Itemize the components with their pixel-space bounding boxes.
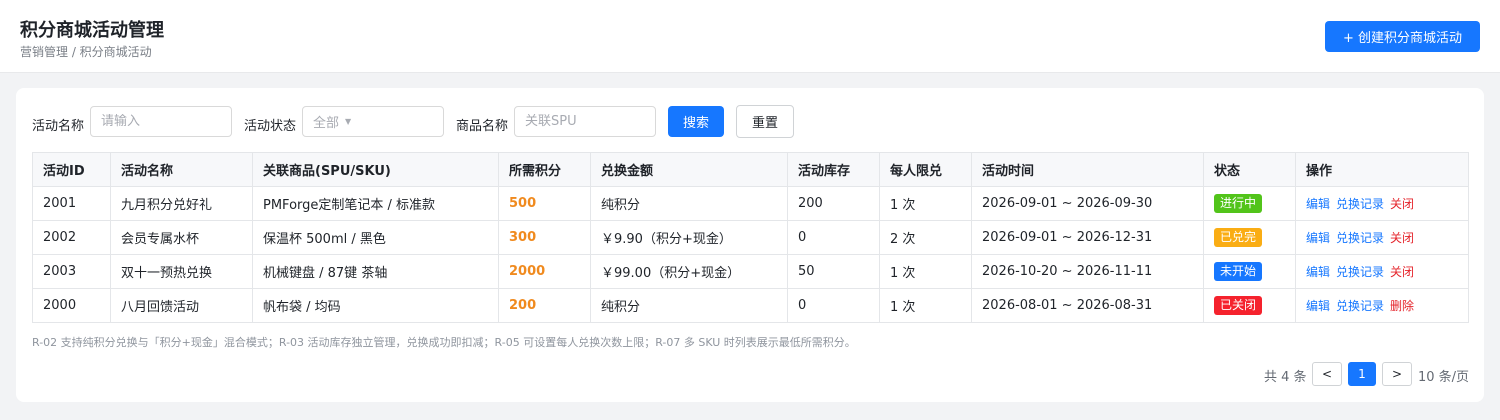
cell-limit: 1 次 [879, 288, 972, 323]
edit-link[interactable]: 编辑 [1306, 197, 1330, 211]
status-badge: 未开始 [1214, 262, 1263, 281]
product-name-input[interactable] [525, 114, 645, 129]
filter-name-field[interactable] [90, 106, 232, 137]
cell-limit: 1 次 [879, 186, 972, 221]
edit-link[interactable]: 编辑 [1306, 299, 1330, 313]
status-badge: 已兑完 [1214, 228, 1263, 247]
cell-product: 保温杯 500ml / 黑色 [252, 220, 499, 255]
cell-points: 2000 [498, 254, 591, 289]
column-header: 所需积分 [498, 152, 591, 187]
cell-product: 机械键盘 / 87键 茶轴 [252, 254, 499, 289]
cell-stock: 50 [787, 254, 880, 289]
status-select[interactable]: 全部 ▼ [302, 106, 444, 137]
pagination-total: 共 4 条 [1264, 370, 1307, 385]
filter-product-field[interactable] [514, 106, 656, 137]
create-activity-button[interactable]: + 创建积分商城活动 [1325, 21, 1480, 52]
column-header: 活动时间 [971, 152, 1204, 187]
cell-points: 200 [498, 288, 591, 323]
cell-time: 2026-08-01 ~ 2026-08-31 [971, 288, 1204, 323]
cell-stock: 0 [787, 220, 880, 255]
cell-limit: 1 次 [879, 254, 972, 289]
records-link[interactable]: 兑换记录 [1336, 231, 1384, 245]
edit-link[interactable]: 编辑 [1306, 231, 1330, 245]
cell-operations: 编辑 兑换记录 删除 [1295, 288, 1469, 323]
next-page-button[interactable]: > [1382, 362, 1412, 386]
cell-name: 双十一预热兑换 [110, 254, 253, 289]
cell-amount: 纯积分 [590, 288, 788, 323]
cell-amount: 纯积分 [590, 186, 788, 221]
cell-status: 未开始 [1203, 254, 1296, 289]
table-header-row: 活动ID 活动名称 关联商品(SPU/SKU) 所需积分 兑换金额 活动库存 每… [32, 152, 1469, 187]
cell-limit: 2 次 [879, 220, 972, 255]
page-1-button[interactable]: 1 [1348, 362, 1376, 386]
cell-product: PMForge定制笔记本 / 标准款 [252, 186, 499, 221]
table-row: 2001 九月积分兑好礼 PMForge定制笔记本 / 标准款 500 纯积分 … [32, 186, 1469, 221]
cell-operations: 编辑 兑换记录 关闭 [1295, 220, 1469, 255]
column-header: 兑换金额 [590, 152, 788, 187]
records-link[interactable]: 兑换记录 [1336, 299, 1384, 313]
cell-time: 2026-10-20 ~ 2026-11-11 [971, 254, 1204, 289]
close-link[interactable]: 关闭 [1390, 231, 1414, 245]
column-header: 活动名称 [110, 152, 253, 187]
cell-name: 九月积分兑好礼 [110, 186, 253, 221]
cell-status: 已兑完 [1203, 220, 1296, 255]
status-badge: 进行中 [1214, 194, 1263, 213]
cell-stock: 0 [787, 288, 880, 323]
status-badge: 已关闭 [1214, 296, 1263, 315]
content-card: 活动名称 活动状态 全部 ▼ 商品名称 搜索 重置 活动ID 活动名称 关联商品… [16, 88, 1484, 402]
column-header: 每人限兑 [879, 152, 972, 187]
table-row: 2003 双十一预热兑换 机械键盘 / 87键 茶轴 2000 ￥99.00（积… [32, 254, 1469, 289]
cell-name: 八月回馈活动 [110, 288, 253, 323]
cell-amount: ￥99.00（积分+现金） [590, 254, 788, 289]
cell-id: 2000 [32, 288, 111, 323]
cell-id: 2001 [32, 186, 111, 221]
cell-points: 300 [498, 220, 591, 255]
cell-product: 帆布袋 / 均码 [252, 288, 499, 323]
close-link[interactable]: 关闭 [1390, 197, 1414, 211]
page-header: 积分商城活动管理 营销管理 / 积分商城活动 + 创建积分商城活动 [0, 0, 1500, 73]
caret-down-icon: ▼ [345, 117, 352, 126]
cell-time: 2026-09-01 ~ 2026-12-31 [971, 220, 1204, 255]
cell-amount: ￥9.90（积分+现金） [590, 220, 788, 255]
page-size-select[interactable]: 10 条/页 [1418, 366, 1469, 385]
column-header: 状态 [1203, 152, 1296, 187]
cell-status: 进行中 [1203, 186, 1296, 221]
filter-status-label: 活动状态 [244, 119, 297, 134]
search-button[interactable]: 搜索 [668, 106, 724, 137]
table-row: 2002 会员专属水杯 保温杯 500ml / 黑色 300 ￥9.90（积分+… [32, 220, 1469, 255]
prev-page-button[interactable]: < [1312, 362, 1342, 386]
column-header: 活动ID [32, 152, 111, 187]
delete-link[interactable]: 删除 [1390, 299, 1414, 313]
filter-product-label: 商品名称 [456, 119, 509, 134]
cell-stock: 200 [787, 186, 880, 221]
column-header: 操作 [1295, 152, 1469, 187]
records-link[interactable]: 兑换记录 [1336, 265, 1384, 279]
cell-points: 500 [498, 186, 591, 221]
close-link[interactable]: 关闭 [1390, 265, 1414, 279]
cell-name: 会员专属水杯 [110, 220, 253, 255]
cell-id: 2002 [32, 220, 111, 255]
table-row: 2000 八月回馈活动 帆布袋 / 均码 200 纯积分 0 1 次 2026-… [32, 288, 1469, 323]
cell-id: 2003 [32, 254, 111, 289]
cell-operations: 编辑 兑换记录 关闭 [1295, 186, 1469, 221]
reset-button[interactable]: 重置 [736, 105, 794, 138]
cell-operations: 编辑 兑换记录 关闭 [1295, 254, 1469, 289]
rules-note: R-02 支持纯积分兑换与「积分+现金」混合模式；R-03 活动库存独立管理，兑… [32, 336, 856, 349]
filter-name-label: 活动名称 [32, 119, 85, 134]
status-select-value: 全部 [313, 116, 340, 131]
edit-link[interactable]: 编辑 [1306, 265, 1330, 279]
column-header: 活动库存 [787, 152, 880, 187]
activity-name-input[interactable] [101, 114, 221, 129]
column-header: 关联商品(SPU/SKU) [252, 152, 499, 187]
records-link[interactable]: 兑换记录 [1336, 197, 1384, 211]
cell-time: 2026-09-01 ~ 2026-09-30 [971, 186, 1204, 221]
activity-table: 活动ID 活动名称 关联商品(SPU/SKU) 所需积分 兑换金额 活动库存 每… [32, 152, 1469, 323]
breadcrumb: 营销管理 / 积分商城活动 [20, 45, 152, 59]
page-title: 积分商城活动管理 [20, 20, 164, 41]
cell-status: 已关闭 [1203, 288, 1296, 323]
